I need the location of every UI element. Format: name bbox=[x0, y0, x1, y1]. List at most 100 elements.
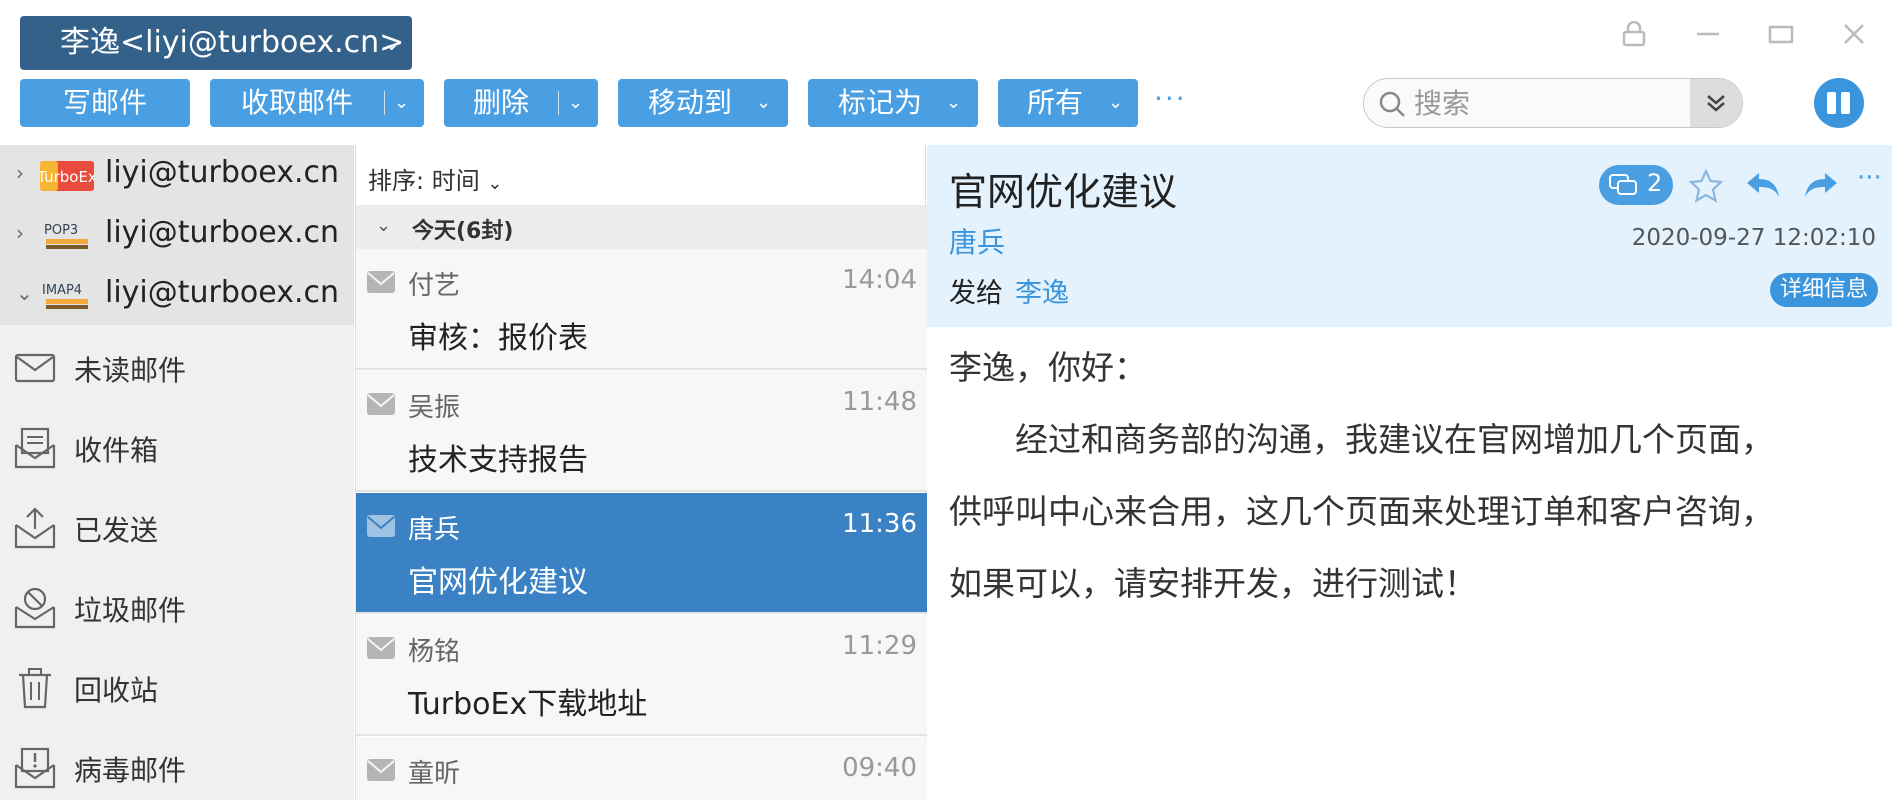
chat-icon bbox=[1609, 174, 1639, 200]
body-greeting: 李逸，你好： bbox=[949, 348, 1147, 387]
mail-sender: 童昕 bbox=[408, 759, 461, 789]
message-header: 官网优化建议 2 ··· 唐兵 2020-09-27 12:02:10 发给 李… bbox=[927, 145, 1892, 327]
chevron-right-icon[interactable]: › bbox=[16, 221, 24, 245]
receive-dropdown-icon[interactable]: ⌄ bbox=[394, 79, 409, 127]
details-button[interactable]: 详细信息 bbox=[1769, 273, 1878, 307]
search-input[interactable] bbox=[1414, 79, 1684, 127]
envelope-icon bbox=[366, 391, 396, 421]
chevron-down-icon: ⌄ bbox=[487, 173, 503, 194]
spam-icon bbox=[14, 587, 56, 633]
mail-list-item-selected[interactable]: 唐兵 11:36 官网优化建议 bbox=[356, 493, 927, 614]
search-box bbox=[1363, 78, 1743, 128]
group-header-today[interactable]: ⌄ 今天(6封) bbox=[356, 205, 927, 249]
maximize-icon[interactable] bbox=[1761, 18, 1801, 58]
message-recipient[interactable]: 李逸 bbox=[1015, 271, 1069, 310]
top-bar: 李逸<liyi@turboex.cn> ⌄ 写邮件 收取邮件 ⌄ 删除 ⌄ 移动… bbox=[0, 0, 1892, 145]
mail-list-item[interactable]: 付艺 14:04 审核：报价表 bbox=[356, 249, 927, 370]
more-actions-icon[interactable]: ··· bbox=[1857, 163, 1882, 193]
folder-spam[interactable]: 垃圾邮件 bbox=[0, 567, 354, 647]
recipient-label: 发给 bbox=[949, 278, 1003, 309]
mail-subject: 审核：报价表 bbox=[408, 321, 588, 356]
lock-icon[interactable] bbox=[1614, 18, 1654, 58]
envelope-icon bbox=[366, 635, 396, 665]
envelope-icon bbox=[366, 269, 396, 299]
message-subject: 官网优化建议 bbox=[949, 170, 1178, 214]
forward-icon[interactable] bbox=[1803, 169, 1839, 205]
group-label: 今天(6封) bbox=[412, 219, 514, 244]
folder-label: 收件箱 bbox=[74, 434, 159, 467]
mail-time: 11:36 bbox=[842, 509, 917, 539]
mail-subject: TurboEx下载地址 bbox=[408, 687, 648, 722]
mail-list-item[interactable]: 杨铭 11:29 TurboEx下载地址 bbox=[356, 615, 927, 736]
receive-button[interactable]: 收取邮件 ⌄ bbox=[210, 79, 424, 127]
folder-sent[interactable]: 已发送 bbox=[0, 487, 354, 567]
filter-all-button[interactable]: 所有 ⌄ bbox=[998, 79, 1138, 127]
conversation-badge[interactable]: 2 bbox=[1599, 165, 1673, 205]
body-line: 供呼叫中心来合用，这几个页面来处理订单和客户咨询， bbox=[949, 492, 1774, 531]
virus-icon bbox=[14, 747, 56, 793]
chevron-down-icon[interactable]: ⌄ bbox=[16, 281, 33, 305]
mail-sender: 唐兵 bbox=[408, 515, 461, 545]
svg-text:IMAP4: IMAP4 bbox=[42, 283, 82, 298]
more-button[interactable]: ··· bbox=[1154, 82, 1187, 115]
delete-label: 删除 bbox=[472, 86, 529, 119]
folder-label: 病毒邮件 bbox=[74, 754, 187, 787]
trash-icon bbox=[14, 667, 56, 713]
folder-virus[interactable]: 病毒邮件 bbox=[0, 727, 354, 800]
folder-label: 垃圾邮件 bbox=[74, 594, 187, 627]
mark-as-button[interactable]: 标记为 ⌄ bbox=[808, 79, 978, 127]
layout-toggle-button[interactable] bbox=[1814, 78, 1864, 128]
mail-list-item[interactable]: 童昕 09:40 bbox=[356, 737, 927, 800]
envelope-icon bbox=[366, 757, 396, 787]
imap4-logo-icon: IMAP4 bbox=[40, 281, 94, 311]
mail-list-item[interactable]: 吴振 11:48 技术支持报告 bbox=[356, 371, 927, 492]
pop3-logo-icon: POP3 bbox=[40, 221, 94, 251]
mail-sender: 吴振 bbox=[408, 393, 461, 423]
receive-label: 收取邮件 bbox=[240, 86, 353, 119]
minimize-icon[interactable] bbox=[1688, 18, 1728, 58]
account-address: liyi@turboex.cn bbox=[105, 275, 339, 310]
compose-label: 写邮件 bbox=[62, 86, 147, 119]
sidebar: › TurboEx liyi@turboex.cn › POP3 liyi@tu… bbox=[0, 145, 354, 800]
body-line: 经过和商务部的沟通，我建议在官网增加几个页面， bbox=[949, 420, 1774, 459]
reading-pane: 官网优化建议 2 ··· 唐兵 2020-09-27 12:02:10 发给 李… bbox=[927, 145, 1892, 800]
message-date: 2020-09-27 12:02:10 bbox=[1631, 225, 1876, 251]
envelope-icon bbox=[366, 513, 396, 543]
conversation-count: 2 bbox=[1647, 169, 1663, 197]
mark-as-label: 标记为 bbox=[837, 86, 922, 119]
message-sender[interactable]: 唐兵 bbox=[949, 221, 1005, 261]
envelope-icon bbox=[14, 347, 56, 391]
chevron-down-icon[interactable]: ⌄ bbox=[376, 215, 391, 236]
mail-sender: 付艺 bbox=[408, 271, 461, 301]
filter-all-label: 所有 bbox=[1026, 86, 1083, 119]
account-address: liyi@turboex.cn bbox=[105, 155, 339, 190]
folder-inbox[interactable]: 收件箱 bbox=[0, 407, 354, 487]
mail-time: 11:29 bbox=[842, 631, 917, 661]
move-to-button[interactable]: 移动到 ⌄ bbox=[618, 79, 788, 127]
mail-time: 11:48 bbox=[842, 387, 917, 417]
search-options-button[interactable] bbox=[1690, 79, 1742, 127]
chevron-right-icon[interactable]: › bbox=[16, 161, 24, 185]
search-icon bbox=[1378, 90, 1406, 122]
folder-label: 回收站 bbox=[74, 674, 159, 707]
mail-time: 14:04 bbox=[842, 265, 917, 295]
account-item-turboex[interactable]: › TurboEx liyi@turboex.cn bbox=[0, 145, 354, 205]
star-icon[interactable] bbox=[1688, 168, 1724, 207]
folder-trash[interactable]: 回收站 bbox=[0, 647, 354, 727]
delete-button[interactable]: 删除 ⌄ bbox=[444, 79, 598, 127]
mail-time: 09:40 bbox=[842, 753, 917, 783]
folder-unread[interactable]: 未读邮件 bbox=[0, 327, 354, 407]
sort-label: 排序: 时间 ⌄ bbox=[368, 167, 503, 195]
reply-icon[interactable] bbox=[1745, 169, 1781, 205]
mail-list: 排序: 时间 ⌄ ⌄ 今天(6封) 付艺 14:04 审核：报价表 吴振 11:… bbox=[355, 145, 927, 800]
account-selector[interactable]: 李逸<liyi@turboex.cn> ⌄ bbox=[20, 16, 412, 70]
account-item-pop3[interactable]: › POP3 liyi@turboex.cn bbox=[0, 205, 354, 265]
mail-sender: 杨铭 bbox=[408, 637, 461, 667]
sort-control[interactable]: 排序: 时间 ⌄ bbox=[356, 145, 927, 205]
mail-subject: 技术支持报告 bbox=[408, 443, 588, 478]
close-icon[interactable] bbox=[1834, 18, 1874, 58]
compose-button[interactable]: 写邮件 bbox=[20, 79, 190, 127]
account-item-imap4[interactable]: ⌄ IMAP4 liyi@turboex.cn bbox=[0, 265, 354, 325]
delete-dropdown-icon[interactable]: ⌄ bbox=[568, 79, 583, 127]
chevron-down-icon: ⌄ bbox=[383, 31, 400, 55]
